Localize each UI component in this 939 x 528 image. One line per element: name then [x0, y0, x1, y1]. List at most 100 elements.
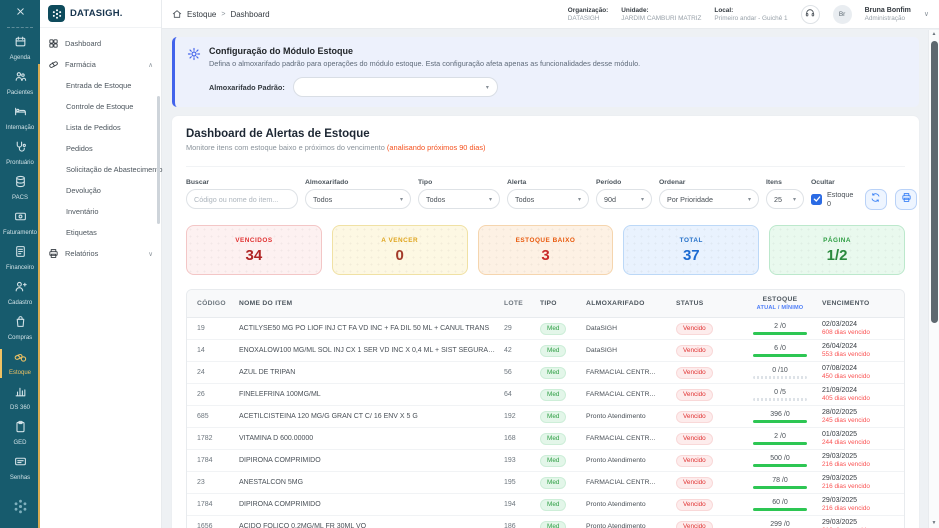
item-code: 26 — [187, 391, 239, 398]
table-row[interactable]: 26FINELEFRINA 100MG/ML64MedFARMÁCIAL CEN… — [187, 384, 904, 406]
rail-item-compras[interactable]: Compras — [0, 311, 40, 346]
item-warehouse: Pronto Atendimento — [586, 523, 676, 528]
col-codigo: CÓDIGO — [187, 300, 239, 307]
rail-item-pacs[interactable]: PACS — [0, 171, 40, 206]
org-value: DATASIGH — [568, 15, 609, 22]
menu-item-relatorios[interactable]: Relatórios ∨ — [40, 243, 161, 264]
rail-item-ds-360[interactable]: DS 360 — [0, 381, 40, 416]
menu-item-controle-de-estoque[interactable]: Controle de Estoque — [40, 96, 161, 117]
item-code: 23 — [187, 479, 239, 486]
type-badge: Med — [540, 455, 566, 467]
menu-item-devolucao[interactable]: Devolução — [40, 180, 161, 201]
rail-item-internacao[interactable]: Internação — [0, 101, 40, 136]
sort-filter-value: Por Prioridade — [667, 195, 713, 204]
item-name: DIPIRONA COMPRIMIDO — [239, 501, 504, 508]
default-warehouse-select[interactable]: ▾ — [293, 77, 498, 97]
stock-bar — [753, 354, 807, 357]
bed-icon — [14, 105, 27, 123]
rail-item-faturamento[interactable]: Faturamento — [0, 206, 40, 241]
rail-item-ged[interactable]: GED — [0, 416, 40, 451]
menu-item-etiquetas[interactable]: Etiquetas — [40, 222, 161, 243]
home-icon[interactable] — [172, 9, 182, 19]
unit-info: Unidade: JARDIM CAMBURI MATRIZ — [621, 7, 701, 22]
menu-scrollbar[interactable] — [157, 96, 160, 224]
item-code: 1784 — [187, 457, 239, 464]
menu-item-farmacia[interactable]: Farmácia∧ — [40, 54, 161, 75]
rail-item-cadastro[interactable]: Cadastro — [0, 276, 40, 311]
expiry-date: 07/08/2024 — [822, 365, 904, 372]
type-filter-select[interactable]: Todos▾ — [418, 189, 500, 209]
table-row[interactable]: 1784DIPIRONA COMPRIMIDO193MedPronto Aten… — [187, 450, 904, 472]
table-row[interactable]: 1656ACIDO FOLICO 0,2MG/ML FR 30ML VO186M… — [187, 516, 904, 528]
col-estoque-title: ESTOQUE — [738, 296, 822, 303]
rail-item-senhas[interactable]: Senhas — [0, 451, 40, 486]
table-row[interactable]: 685ACETILCISTEINA 120 MG/G GRAN CT C/ 16… — [187, 406, 904, 428]
col-nome: NOME DO ITEM — [239, 300, 504, 307]
refresh-button[interactable] — [865, 189, 887, 210]
clipboard-icon — [14, 420, 27, 438]
type-badge: Med — [540, 367, 566, 379]
stock-value: 0 /10 — [738, 367, 822, 374]
chevron-down-icon: ∨ — [148, 250, 153, 258]
menu-item-dashboard[interactable]: Dashboard — [40, 33, 161, 54]
page-scrollbar[interactable]: ▲ ▼ — [928, 30, 939, 528]
table-row[interactable]: 23ANESTALCON 5MG195MedFARMÁCIAL CENTR...… — [187, 472, 904, 494]
items-per-page-select[interactable]: 25▾ — [766, 189, 804, 209]
hide-stock-zero-checkbox[interactable] — [811, 194, 822, 205]
chevron-down-icon: ▾ — [400, 196, 403, 203]
user-menu-chevron-down-icon[interactable]: ∨ — [924, 10, 929, 18]
menu-item-pedidos[interactable]: Pedidos — [40, 138, 161, 159]
stock-value: 2 /0 — [738, 323, 822, 330]
support-button[interactable] — [801, 5, 820, 24]
breadcrumb-section[interactable]: Estoque — [187, 10, 216, 19]
stock-bar — [753, 420, 807, 423]
rail-item-pacientes[interactable]: Pacientes — [0, 66, 40, 101]
type-badge: Med — [540, 499, 566, 511]
close-icon — [15, 4, 26, 22]
expiry-days: 245 dias vencido — [822, 417, 904, 424]
menu-item-solicitacao-de-abastecimento[interactable]: Solicitação de Abastecimento — [40, 159, 161, 180]
chevron-down-icon: ▾ — [486, 84, 489, 91]
rail-item-agenda[interactable]: Agenda — [0, 31, 40, 66]
menu-item-lista-de-pedidos[interactable]: Lista de Pedidos — [40, 117, 161, 138]
search-input[interactable]: Código ou nome do item... — [186, 189, 298, 209]
stock-bar — [753, 486, 807, 489]
rail-item-estoque[interactable]: Estoque — [0, 346, 40, 381]
item-name: ACTILYSE50 MG PO LIOF INJ CT FA VD INC +… — [239, 325, 504, 332]
table-row[interactable]: 1782VITAMINA D 600.00000168MedFARMÁCIAL … — [187, 428, 904, 450]
print-button[interactable] — [895, 189, 917, 210]
scroll-up-icon[interactable]: ▲ — [932, 30, 937, 39]
table-row[interactable]: 19ACTILYSE50 MG PO LIOF INJ CT FA VD INC… — [187, 318, 904, 340]
summary-card-value: 37 — [683, 247, 700, 264]
menu-item-label: Lista de Pedidos — [66, 123, 121, 132]
close-sidebar-button[interactable] — [0, 0, 40, 26]
scrollbar-thumb[interactable] — [931, 41, 938, 323]
warehouse-filter-select[interactable]: Todos▾ — [305, 189, 411, 209]
avatar[interactable]: Br — [833, 5, 852, 24]
scroll-down-icon[interactable]: ▼ — [932, 519, 937, 528]
stock-bar — [753, 376, 807, 379]
summary-card-value: 34 — [246, 247, 263, 264]
item-lot: 194 — [504, 501, 540, 508]
table-row[interactable]: 1784DIPIRONA COMPRIMIDO194MedPronto Aten… — [187, 494, 904, 516]
rail-item-financeiro[interactable]: Financeiro — [0, 241, 40, 276]
menu-item-inventario[interactable]: Inventário — [40, 201, 161, 222]
item-name: ACETILCISTEINA 120 MG/G GRAN CT C/ 16 EN… — [239, 413, 504, 420]
alert-filter-select[interactable]: Todos▾ — [507, 189, 589, 209]
table-row[interactable]: 14ENOXALOW100 MG/ML SOL INJ CX 1 SER VD … — [187, 340, 904, 362]
stock-value: 396 /0 — [738, 411, 822, 418]
period-filter-select[interactable]: 90d▾ — [596, 189, 652, 209]
summary-card-vencidos: VENCIDOS34 — [186, 225, 322, 275]
menu-item-label: Relatórios — [65, 249, 98, 258]
items-filter-label: Itens — [766, 179, 804, 186]
col-vencimento: VENCIMENTO — [822, 300, 904, 307]
item-name: ENOXALOW100 MG/ML SOL INJ CX 1 SER VD IN… — [239, 347, 504, 354]
col-estoque-sub: ATUAL / MÍNIMO — [738, 305, 822, 311]
sort-filter-select[interactable]: Por Prioridade▾ — [659, 189, 759, 209]
brand: DATASIGH. — [40, 0, 161, 28]
table-row[interactable]: 24AZUL DE TRIPAN56MedFARMÁCIAL CENTR...V… — [187, 362, 904, 384]
menu-item-entrada-de-estoque[interactable]: Entrada de Estoque — [40, 75, 161, 96]
rail-item-prontuario[interactable]: Prontuário — [0, 136, 40, 171]
user-name: Bruna Bonfim — [865, 7, 911, 14]
item-code: 685 — [187, 413, 239, 420]
